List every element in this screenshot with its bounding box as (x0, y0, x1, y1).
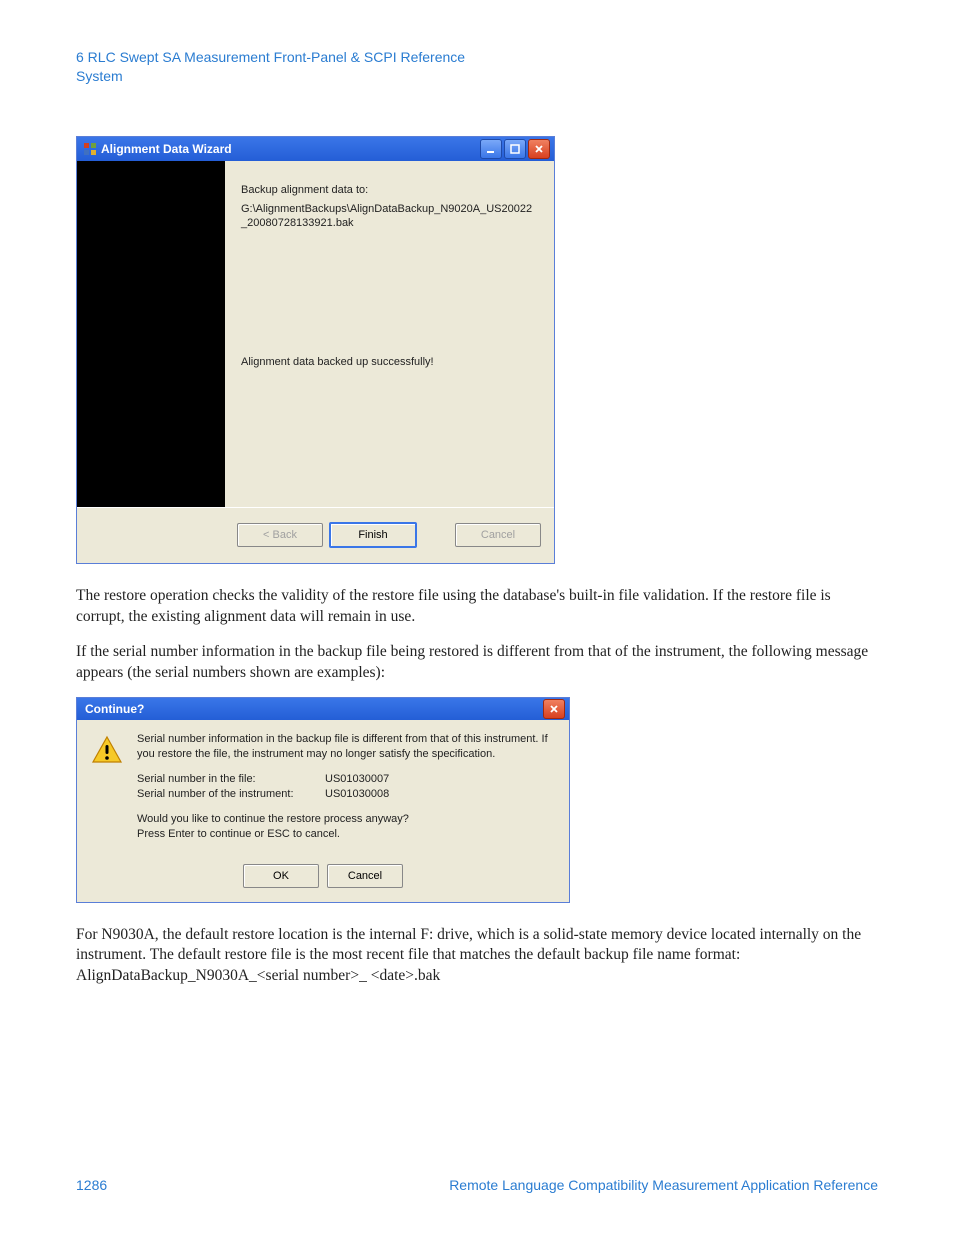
app-icon (83, 142, 97, 156)
sn-file-value: US01030007 (325, 772, 389, 787)
alignment-wizard-window: Alignment Data Wizard Backup alignment d… (76, 136, 555, 564)
sn-inst-label: Serial number of the instrument: (137, 787, 325, 802)
page-footer: 1286 Remote Language Compatibility Measu… (76, 1177, 878, 1193)
page-number: 1286 (76, 1177, 107, 1193)
continue-titlebar: Continue? (77, 698, 569, 720)
body-paragraph-1: The restore operation checks the validit… (76, 586, 878, 628)
msgbox-cancel-button[interactable]: Cancel (327, 864, 403, 888)
wizard-title: Alignment Data Wizard (101, 142, 480, 156)
maximize-button[interactable] (504, 139, 526, 159)
continue-title: Continue? (85, 702, 543, 716)
wizard-button-row: < Back Finish Cancel (77, 507, 554, 563)
backup-label: Backup alignment data to: (241, 183, 538, 198)
continue-dialog: Continue? Serial number information in t… (76, 697, 570, 902)
continue-button-row: OK Cancel (77, 858, 569, 902)
doc-title: Remote Language Compatibility Measuremen… (449, 1177, 878, 1193)
backup-path: G:\AlignmentBackups\AlignDataBackup_N902… (241, 202, 538, 232)
backup-success-msg: Alignment data backed up successfully! (241, 355, 538, 370)
back-button[interactable]: < Back (237, 523, 323, 547)
msg-line3b: Press Enter to continue or ESC to cancel… (137, 827, 555, 842)
finish-button[interactable]: Finish (329, 522, 417, 548)
msg-line3a: Would you like to continue the restore p… (137, 812, 555, 827)
warning-icon (91, 734, 123, 766)
continue-message-text: Serial number information in the backup … (137, 732, 555, 851)
close-button[interactable] (528, 139, 550, 159)
msg-line1: Serial number information in the backup … (137, 732, 555, 762)
continue-close-button[interactable] (543, 699, 565, 719)
body-paragraph-2: If the serial number information in the … (76, 642, 878, 684)
cancel-button[interactable]: Cancel (455, 523, 541, 547)
section-line: System (76, 67, 878, 86)
wizard-titlebar: Alignment Data Wizard (77, 137, 554, 161)
chapter-line: 6 RLC Swept SA Measurement Front-Panel &… (76, 48, 878, 67)
ok-button[interactable]: OK (243, 864, 319, 888)
wizard-side-image (77, 161, 225, 507)
chapter-header: 6 RLC Swept SA Measurement Front-Panel &… (76, 48, 878, 86)
sn-file-label: Serial number in the file: (137, 772, 325, 787)
body-paragraph-3: For N9030A, the default restore location… (76, 925, 878, 988)
sn-inst-value: US01030008 (325, 787, 389, 802)
minimize-button[interactable] (480, 139, 502, 159)
wizard-main-panel: Backup alignment data to: G:\AlignmentBa… (225, 161, 554, 507)
